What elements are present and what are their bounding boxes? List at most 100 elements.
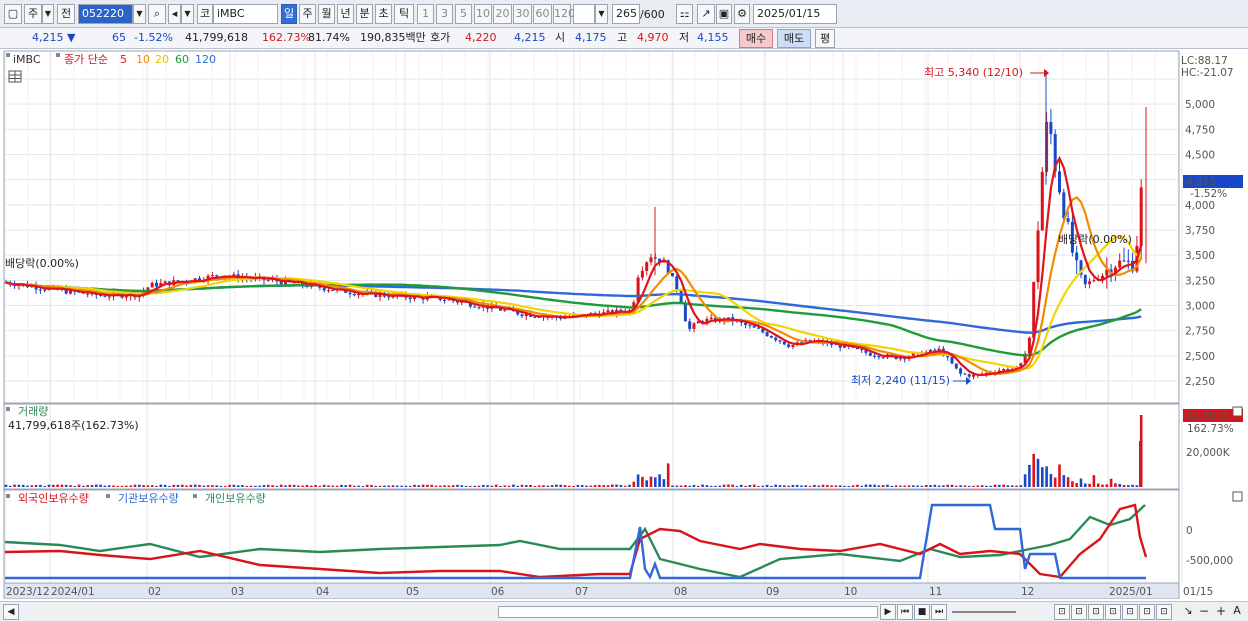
price-y-axis: 5,0004,7504,5004,2504,0003,7503,5003,250…: [1185, 99, 1215, 388]
scroll-left-icon[interactable]: ◀: [3, 604, 19, 620]
tool-icon[interactable]: ⊡: [1139, 604, 1155, 620]
candle-body: [752, 325, 756, 328]
tool-icon[interactable]: ⊡: [1088, 604, 1104, 620]
interval-1-button[interactable]: 1: [417, 4, 434, 24]
holding-lines: [4, 503, 1148, 580]
tool-icon[interactable]: ⊡: [1054, 604, 1070, 620]
volume-bar: [39, 484, 42, 487]
tool-icon[interactable]: ⊡: [1071, 604, 1087, 620]
scroll-end-icon[interactable]: ⏭: [931, 604, 947, 620]
volume-bar: [176, 484, 180, 487]
period-day-button[interactable]: 일: [281, 4, 297, 24]
volume-bar: [555, 484, 558, 487]
chevron-down-icon[interactable]: ▼: [595, 4, 608, 24]
stock-name-field[interactable]: iMBC: [213, 4, 278, 24]
stock-code-input[interactable]: 052220: [78, 4, 133, 24]
x-axis-label: 2025/01: [1109, 586, 1153, 598]
interval-3-button[interactable]: 3: [436, 4, 453, 24]
interval-5-button[interactable]: 5: [455, 4, 472, 24]
draw-tool-icon[interactable]: ↗: [697, 4, 715, 24]
interval-60-button[interactable]: 60: [533, 4, 552, 24]
x-axis-label: 05: [406, 586, 419, 598]
ma120-legend: 120: [195, 53, 216, 66]
scroll-right-icon[interactable]: ▶: [880, 604, 896, 620]
period-second-button[interactable]: 초: [375, 4, 392, 24]
candle-body: [43, 289, 47, 291]
chart-window: ▢ 주 ▼ 전 052220 ▼ ⌕ ◂ ▼ 코 iMBC 일 주 월 년 분 …: [0, 0, 1248, 621]
period-select[interactable]: 주: [24, 4, 42, 24]
period-week-button[interactable]: 주: [299, 4, 316, 24]
period-month-button[interactable]: 월: [318, 4, 335, 24]
chevron-down-icon[interactable]: ▼: [133, 4, 146, 24]
period-year-button[interactable]: 년: [337, 4, 354, 24]
window-icon[interactable]: ▢: [4, 4, 22, 24]
pointer-icon[interactable]: ↘: [1180, 604, 1196, 620]
date-input[interactable]: 2025/01/15: [753, 4, 837, 24]
volume-bar: [477, 485, 481, 487]
candle-body: [107, 296, 111, 298]
volume-bar: [817, 485, 820, 487]
candle-type-icon[interactable]: ⚏: [676, 4, 693, 24]
volume-bar: [340, 484, 343, 487]
tool-icon[interactable]: ⊡: [1122, 604, 1138, 620]
zoom-out-icon[interactable]: −: [1196, 604, 1212, 620]
candlestick-series: [4, 69, 1147, 380]
candle-body: [1088, 281, 1092, 285]
custom-interval-input[interactable]: [573, 4, 595, 24]
speaker-icon[interactable]: ◂: [168, 4, 181, 24]
zoom-slider-track[interactable]: [952, 611, 1016, 613]
tool-icon[interactable]: ⊡: [1156, 604, 1172, 620]
count-total: /600: [640, 8, 665, 21]
volume-bar: [985, 485, 988, 487]
volume-bar: [869, 484, 872, 487]
chart-scrollbar[interactable]: ◀ ▶ ⏮ ■ ⏭ ⊡ ⊡ ⊡ ⊡ ⊡ ⊡ ⊡ ↘ − + A: [0, 601, 1248, 621]
volume-bar: [335, 485, 339, 487]
volume-bar: [107, 485, 111, 487]
volume-bar: [602, 485, 605, 487]
volume-bar: [378, 485, 382, 487]
volume-bar: [641, 476, 644, 487]
interval-30-button[interactable]: 30: [513, 4, 532, 24]
scroll-thumb[interactable]: [498, 606, 878, 618]
stop-icon[interactable]: ■: [914, 604, 930, 620]
chevron-down-icon[interactable]: ▼: [181, 4, 194, 24]
volume-bar: [658, 474, 661, 487]
volume-bar: [30, 485, 34, 487]
eval-button[interactable]: 평: [815, 29, 835, 48]
x-axis-label: 12: [1021, 586, 1034, 598]
save-icon[interactable]: ▣: [716, 4, 732, 24]
volume-bar: [697, 485, 700, 487]
candle-body: [331, 290, 335, 292]
interval-10-button[interactable]: 10: [474, 4, 492, 24]
gear-icon[interactable]: ⚙: [734, 4, 750, 24]
scroll-start-icon[interactable]: ⏮: [897, 604, 913, 620]
interval-120-button[interactable]: 120: [553, 4, 575, 24]
interval-20-button[interactable]: 20: [493, 4, 512, 24]
period-tick-button[interactable]: 틱: [394, 4, 414, 24]
candle-body: [1122, 260, 1126, 262]
font-size-icon[interactable]: A: [1229, 604, 1245, 620]
prev-button[interactable]: 전: [57, 4, 75, 24]
x-axis-label: 08: [674, 586, 687, 598]
volume-bar: [864, 484, 868, 487]
candle-body: [387, 296, 391, 298]
close-panel-icon[interactable]: [1232, 491, 1243, 502]
volume-bar: [460, 485, 464, 487]
period-minute-button[interactable]: 분: [356, 4, 373, 24]
volume-bar: [387, 485, 390, 487]
stock-chart[interactable]: iMBC 종가 단순 5 10 20 60 120 5,0004,7504,50…: [0, 49, 1248, 599]
volume-bar: [795, 484, 799, 487]
count-input[interactable]: 265: [612, 4, 640, 24]
chevron-down-icon[interactable]: ▼: [42, 4, 54, 24]
volume-bar: [150, 485, 154, 487]
volume-bar: [800, 485, 803, 487]
tool-icon[interactable]: ⊡: [1105, 604, 1121, 620]
buy-button[interactable]: 매수: [739, 29, 773, 48]
volume-bar: [757, 485, 760, 487]
search-icon[interactable]: ⌕: [148, 4, 166, 24]
close-panel-icon[interactable]: [1232, 406, 1243, 417]
sell-button[interactable]: 매도: [777, 29, 811, 48]
volume-bar: [357, 485, 360, 487]
zoom-in-icon[interactable]: +: [1213, 604, 1229, 620]
volume-bar: [881, 485, 885, 487]
